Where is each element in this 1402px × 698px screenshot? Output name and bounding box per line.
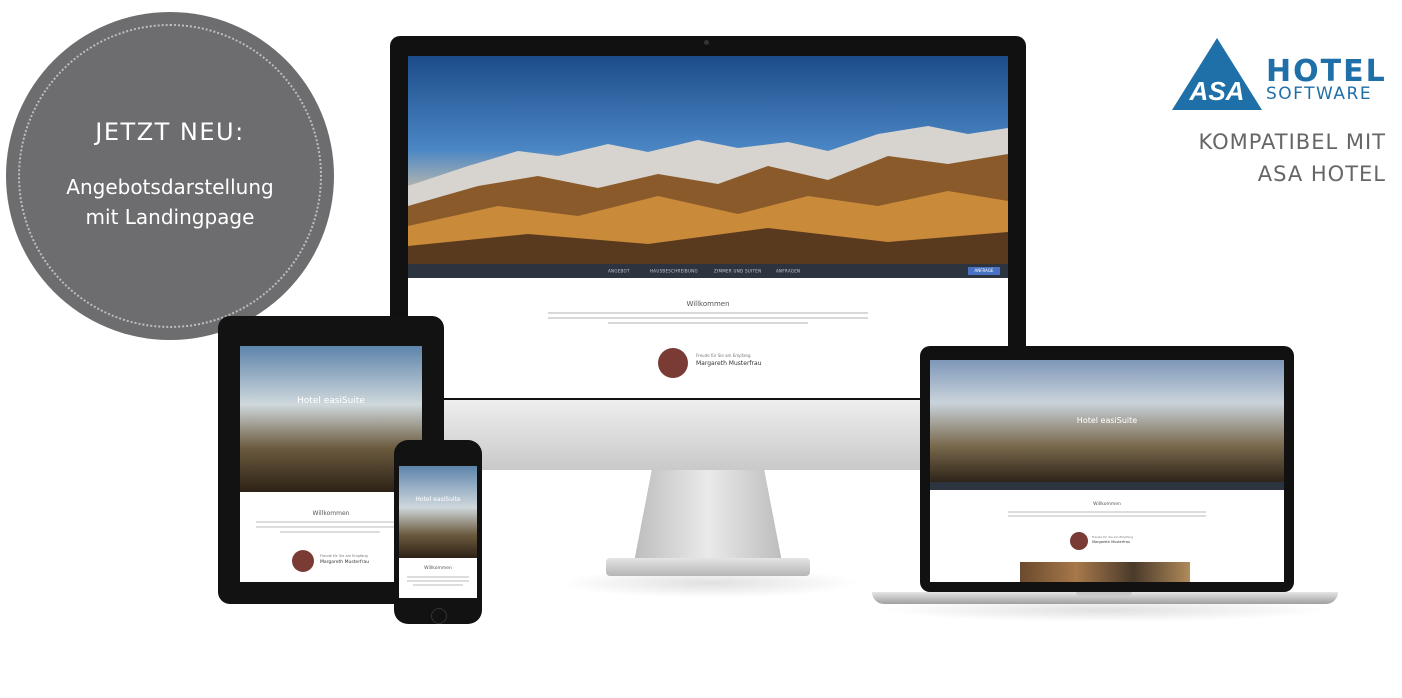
hero-title: Hotel easiSuite [1076, 416, 1138, 425]
compat-tagline-2: ASA HOTEL [1257, 162, 1386, 186]
nav-link[interactable]: ANFRAGEN [776, 269, 800, 274]
compat-tagline: KOMPATIBEL MIT [1198, 130, 1386, 154]
laptop-site-preview: Hotel easiSuite Willkommen Freude für Si… [930, 360, 1284, 582]
camera-icon [704, 40, 709, 45]
avatar [1070, 532, 1088, 550]
host-name: Margareth Musterfrau [1092, 540, 1131, 544]
host-name: Margareth Musterfrau [696, 360, 762, 367]
imac-base [606, 558, 810, 576]
phone-site-preview: Hotel easiSuite Willkommen [399, 466, 477, 598]
text-line [608, 322, 808, 324]
asa-logo-mark: ASA [1189, 76, 1245, 106]
avatar [658, 348, 688, 378]
anfrage-button[interactable]: ANFRAGE [968, 267, 1000, 275]
text-line [256, 526, 406, 528]
promo-badge-subtitle-2: mit Landingpage [85, 205, 255, 229]
hero-title: Hotel easiSuite [415, 496, 461, 503]
desktop-navbar: ANGEBOT HAUSBESCHREIBUNG ZIMMER UND SUIT… [408, 264, 1008, 278]
laptop-notch [1076, 592, 1132, 596]
room-gallery-image [1020, 562, 1190, 582]
logo-subword: SOFTWARE [1266, 84, 1373, 104]
promo-badge-subtitle: Angebotsdarstellung [66, 175, 274, 199]
desktop-site-preview: ANGEBOT HAUSBESCHREIBUNG ZIMMER UND SUIT… [408, 56, 1008, 398]
text-line [407, 576, 469, 578]
mountain-hero-image [408, 56, 1008, 264]
text-line [548, 312, 868, 314]
nav-link[interactable]: HAUSBESCHREIBUNG [650, 269, 698, 274]
text-line [548, 317, 868, 319]
text-line [1008, 515, 1206, 517]
home-button-icon [431, 608, 447, 624]
nav-link[interactable]: ANGEBOT [608, 269, 630, 274]
text-line [1008, 511, 1206, 513]
nav-link[interactable]: ZIMMER UND SUITEN [714, 269, 761, 274]
laptop-navbar [930, 482, 1284, 490]
phone-hero-image [399, 466, 477, 558]
host-name: Margareth Musterfrau [320, 560, 370, 565]
asa-logo-icon: ASA [1172, 38, 1262, 114]
imac-stand [634, 470, 782, 562]
welcome-heading: Willkommen [686, 300, 730, 308]
avatar [292, 550, 314, 572]
hero-title: Hotel easiSuite [297, 396, 365, 406]
promo-badge-title: JETZT NEU: [95, 118, 245, 146]
text-line [407, 580, 469, 582]
greeting-text: Freude für Sie am Empfang [320, 554, 368, 558]
text-line [413, 584, 463, 586]
greeting-text: Freude für Sie am Empfang [696, 353, 751, 358]
anfrage-button-label: ANFRAGE [974, 268, 994, 273]
welcome-heading: Willkommen [1093, 502, 1121, 507]
greeting-text: Freude für Sie am Empfang [1092, 535, 1133, 539]
text-line [280, 531, 380, 533]
welcome-heading: Willkommen [424, 566, 452, 571]
text-line [256, 521, 406, 523]
